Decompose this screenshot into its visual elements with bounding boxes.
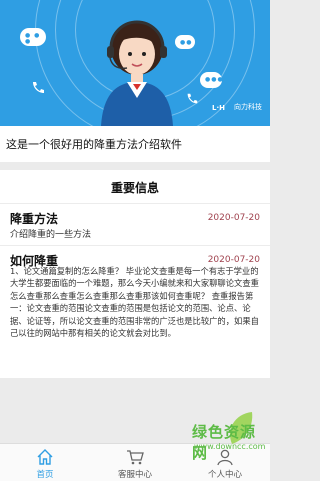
tab-service-label: 客服中心 [117, 470, 152, 480]
app-intro: 这是一个很好用的降重方法介绍软件 [0, 126, 270, 162]
article-date: 2020-07-20 [207, 255, 260, 265]
tab-home[interactable]: 首页 [0, 444, 90, 481]
article-item[interactable]: 降重方法 2020-07-20 介绍降重的一些方法 [0, 204, 270, 246]
phone-icon [187, 93, 198, 104]
phone-icon [33, 82, 44, 93]
header-banner: ● ● ● ●● ●●● L·H 向力科技 [0, 0, 270, 126]
brand-logo: 向力科技 [234, 103, 262, 111]
home-icon [37, 449, 53, 465]
tab-service[interactable]: 客服中心 [90, 444, 180, 481]
chat-bubble-icon: ●●● [200, 72, 223, 88]
article-summary: 介绍降重的一些方法 [10, 230, 92, 240]
article-item[interactable]: 如何降重 2020-07-20 1、论文通篇复制的怎么降重？ 毕业论文查重是每一… [0, 246, 270, 378]
article-title: 降重方法 [10, 212, 59, 226]
tab-home-label: 首页 [36, 470, 54, 480]
brand-mark: L·H [212, 104, 225, 112]
article-body: 1、论文通篇复制的怎么降重？ 毕业论文查重是每一个有志于学业的大学生都要面临的一… [10, 266, 259, 339]
section-header: 重要信息 [0, 170, 270, 204]
watermark-url: www.downcc.com [194, 442, 266, 451]
cart-icon [127, 450, 144, 465]
intro-text: 这是一个很好用的降重方法介绍软件 [6, 138, 182, 151]
article-date: 2020-07-20 [207, 213, 260, 223]
operator-illustration-icon [101, 20, 173, 126]
chat-bubble-icon: ● ● ● [20, 28, 46, 46]
section-title: 重要信息 [110, 181, 159, 195]
